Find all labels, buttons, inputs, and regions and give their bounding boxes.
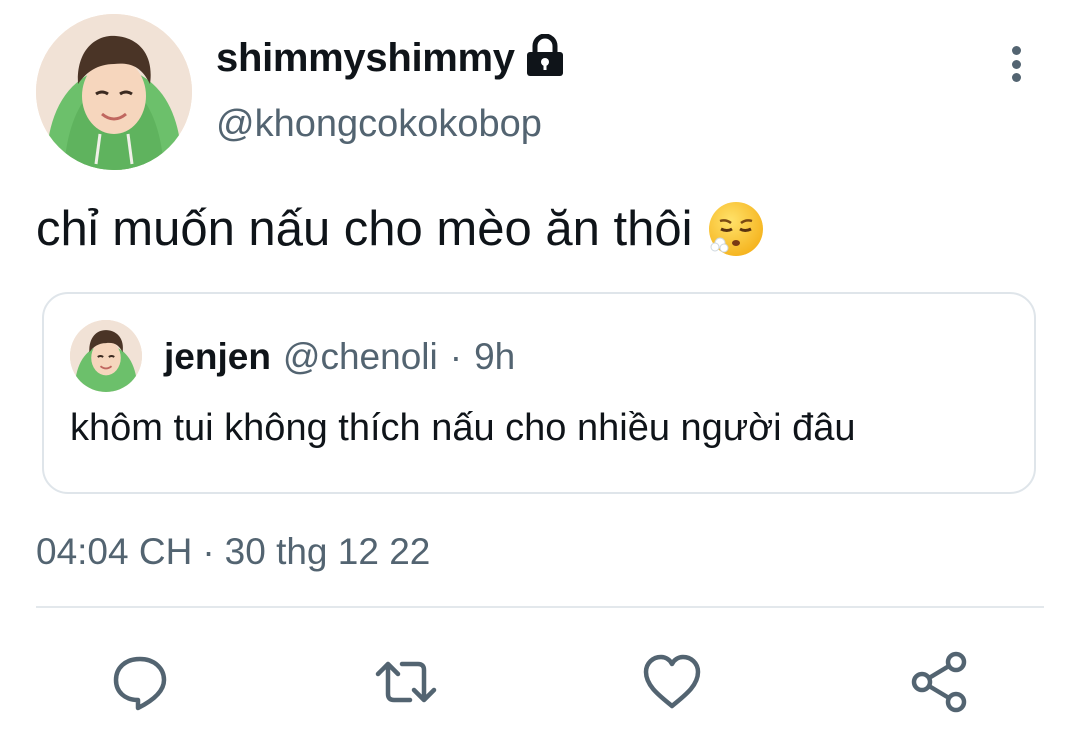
lock-icon	[525, 33, 565, 78]
quoted-author-handle: @chenoli	[282, 336, 438, 377]
quoted-time: 9h	[474, 336, 516, 377]
author-handle[interactable]: @khongcokokobop	[216, 96, 542, 152]
tweet-detail: shimmyshimmy @khongcokokobop chỉ muốn nấ…	[0, 0, 1080, 746]
more-dot	[1011, 73, 1021, 82]
quoted-tweet-text: khôm tui không thích nấu cho nhiều người…	[70, 407, 856, 449]
like-button[interactable]	[630, 640, 714, 724]
heart-icon	[643, 654, 701, 709]
tweet-text: chỉ muốn nấu cho mèo ăn thôi	[36, 194, 766, 264]
reply-button[interactable]	[98, 640, 182, 724]
author-name-row: shimmyshimmy	[216, 30, 565, 86]
divider	[36, 606, 1044, 608]
quoted-separator: ·	[449, 336, 463, 377]
timestamp-date: 30 thg 12 22	[224, 531, 431, 572]
author-avatar[interactable]	[36, 14, 192, 170]
author-display-name[interactable]: shimmyshimmy	[216, 36, 515, 81]
timestamp-separator: ·	[202, 531, 215, 572]
timestamp-time: 04:04 CH	[36, 531, 193, 572]
quoted-author-avatar	[70, 320, 142, 392]
quoted-tweet-header: jenjen @chenoli · 9h	[164, 332, 515, 382]
tweet-text-content: chỉ muốn nấu cho mèo ăn thôi	[36, 202, 693, 256]
more-dot	[1011, 46, 1021, 55]
quoted-author-name: jenjen	[164, 336, 271, 377]
face-exhaling-emoji-icon	[706, 199, 766, 259]
share-icon	[911, 651, 967, 713]
retweet-button[interactable]	[364, 640, 448, 724]
retweet-icon	[375, 661, 437, 703]
more-dot	[1011, 59, 1021, 69]
action-bar	[0, 640, 1080, 724]
reply-icon	[113, 656, 167, 711]
quoted-tweet-card[interactable]: jenjen @chenoli · 9h khôm tui không thíc…	[42, 292, 1036, 494]
more-options-button[interactable]	[996, 40, 1036, 88]
tweet-timestamp[interactable]: 04:04 CH · 30 thg 12 22	[36, 524, 430, 580]
share-button[interactable]	[898, 640, 982, 724]
